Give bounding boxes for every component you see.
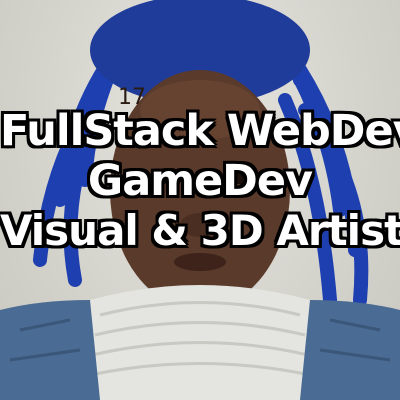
photo-frame: 17 FullStack WebDev GameDev Visual & 3D …	[0, 0, 400, 400]
denim-jacket-left	[0, 300, 100, 400]
caption-line-1: FullStack WebDev	[0, 106, 400, 156]
caption-line-3: Visual & 3D Artist	[0, 206, 400, 255]
caption-overlay: FullStack WebDev GameDev Visual & 3D Art…	[0, 110, 400, 252]
denim-jacket-right	[300, 300, 400, 400]
caption-line-2: GameDev	[87, 156, 313, 206]
